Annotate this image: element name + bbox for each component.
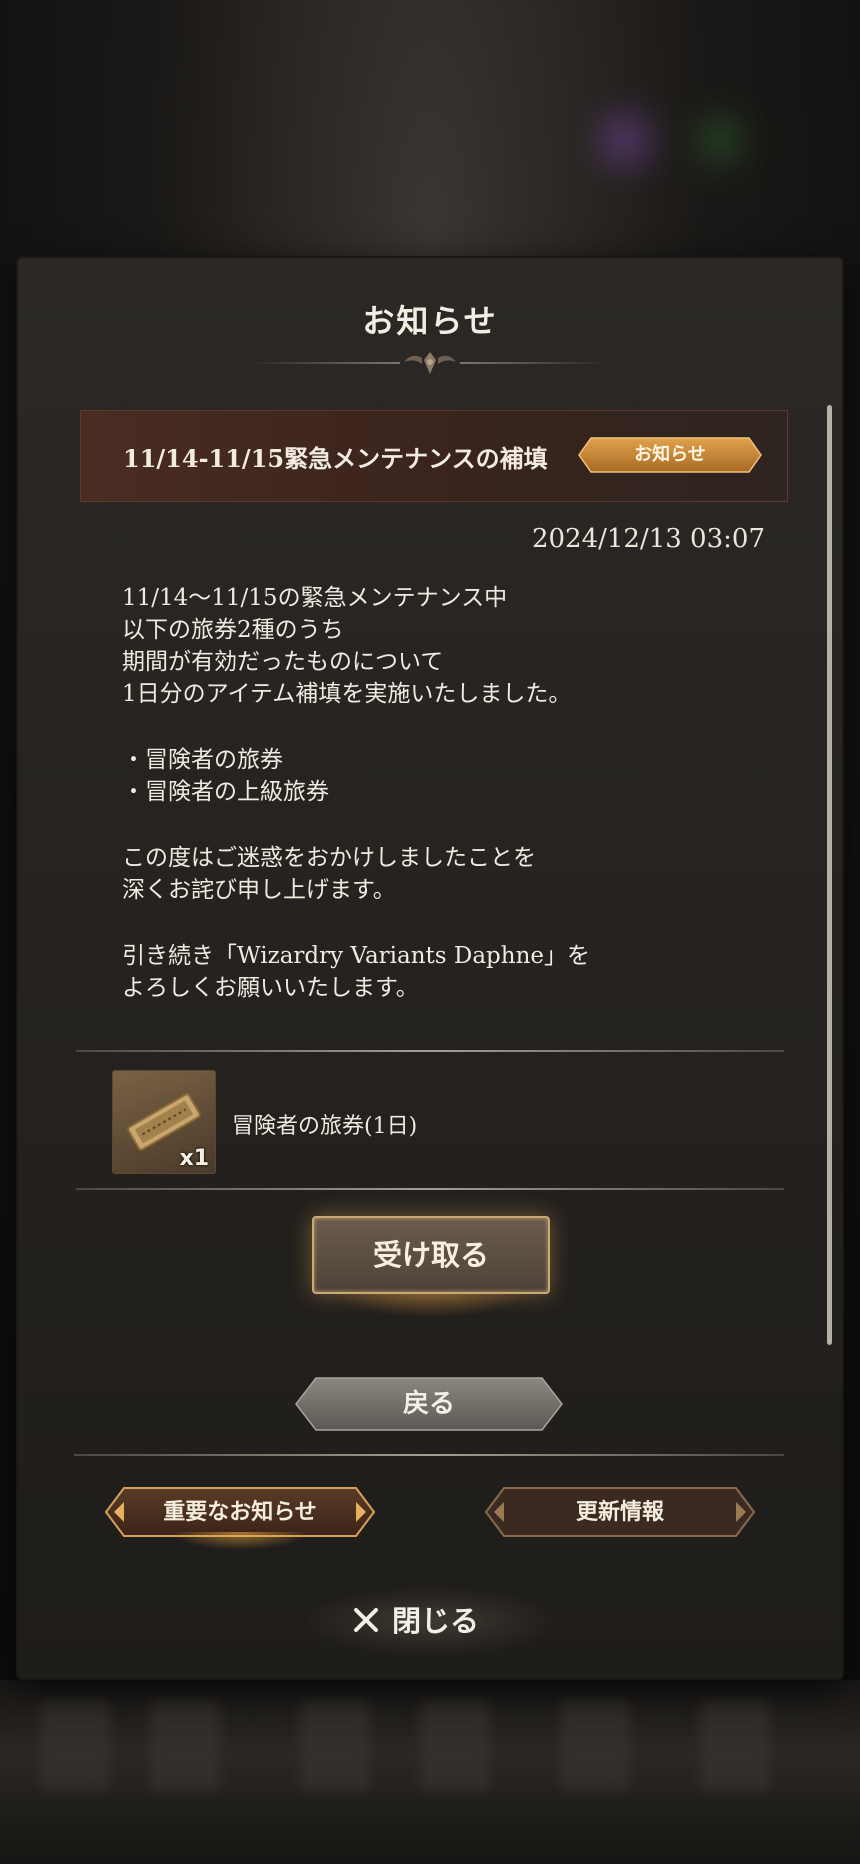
- important-notices-button[interactable]: 重要なお知らせ: [104, 1486, 376, 1538]
- notice-body-line: ・冒険者の上級旅券: [122, 779, 329, 805]
- notice-body-line: 以下の旅券2種のうち: [122, 617, 344, 643]
- notice-body-line: よろしくお願いいたします。: [122, 975, 419, 1001]
- update-info-label: 更新情報: [575, 1499, 664, 1525]
- title-divider-right: [460, 362, 610, 364]
- background-glyph: [40, 1700, 110, 1790]
- ticket-icon[interactable]: x1: [112, 1070, 216, 1174]
- notice-timestamp: 2024/12/13 03:07: [531, 524, 765, 554]
- update-info-button[interactable]: 更新情報: [484, 1486, 756, 1538]
- notice-badge-label: お知らせ: [634, 444, 706, 465]
- ornament-icon: [404, 352, 456, 374]
- background-glyph: [150, 1700, 220, 1790]
- notice-body-line: 期間が有効だったものについて: [122, 649, 444, 675]
- notice-body-line: 深くお詫び申し上げます。: [122, 877, 396, 903]
- notice-body-line: 引き続き「Wizardry Variants Daphne」を: [122, 943, 590, 969]
- back-button[interactable]: 戻る: [294, 1376, 564, 1432]
- divider-footer: [74, 1454, 784, 1456]
- background-glyph: [420, 1700, 490, 1790]
- notice-body-line: この度はご迷惑をおかけしましたことを: [122, 845, 536, 871]
- notice-body-line: 1日分のアイテム補填を実施いたしました。: [122, 681, 572, 707]
- dialog-title: お知らせ: [362, 302, 498, 340]
- receive-button-label: 受け取る: [372, 1238, 489, 1272]
- background-glyph: [300, 1700, 370, 1790]
- receive-button[interactable]: 受け取る: [312, 1216, 550, 1294]
- notice-body-line: 11/14～11/15の緊急メンテナンス中: [122, 585, 508, 611]
- reward-item-name: 冒険者の旅券(1日): [232, 1114, 418, 1139]
- close-button[interactable]: 閉じる: [330, 1596, 530, 1646]
- background-purple-glow: [600, 115, 650, 165]
- close-icon: [354, 1608, 378, 1632]
- background-green-glow: [700, 120, 740, 160]
- item-quantity: x1: [179, 1146, 210, 1171]
- notice-body-line: ・冒険者の旅券: [122, 747, 283, 773]
- notice-title: 11/14-11/15緊急メンテナンスの補填: [123, 444, 548, 473]
- notice-header: 11/14-11/15緊急メンテナンスの補填 お知らせ: [80, 410, 788, 502]
- active-tab-glow: [170, 1532, 310, 1550]
- back-button-label: 戻る: [402, 1389, 455, 1419]
- divider-top: [76, 1050, 784, 1052]
- background-glyph: [560, 1700, 630, 1790]
- title-divider-left: [250, 362, 400, 364]
- divider-bottom: [76, 1188, 784, 1190]
- notice-category-badge: お知らせ: [577, 436, 763, 474]
- important-notices-label: 重要なお知らせ: [163, 1499, 317, 1525]
- scrollbar[interactable]: [827, 405, 832, 1345]
- close-button-label: 閉じる: [392, 1604, 480, 1638]
- background-glyph: [700, 1700, 770, 1790]
